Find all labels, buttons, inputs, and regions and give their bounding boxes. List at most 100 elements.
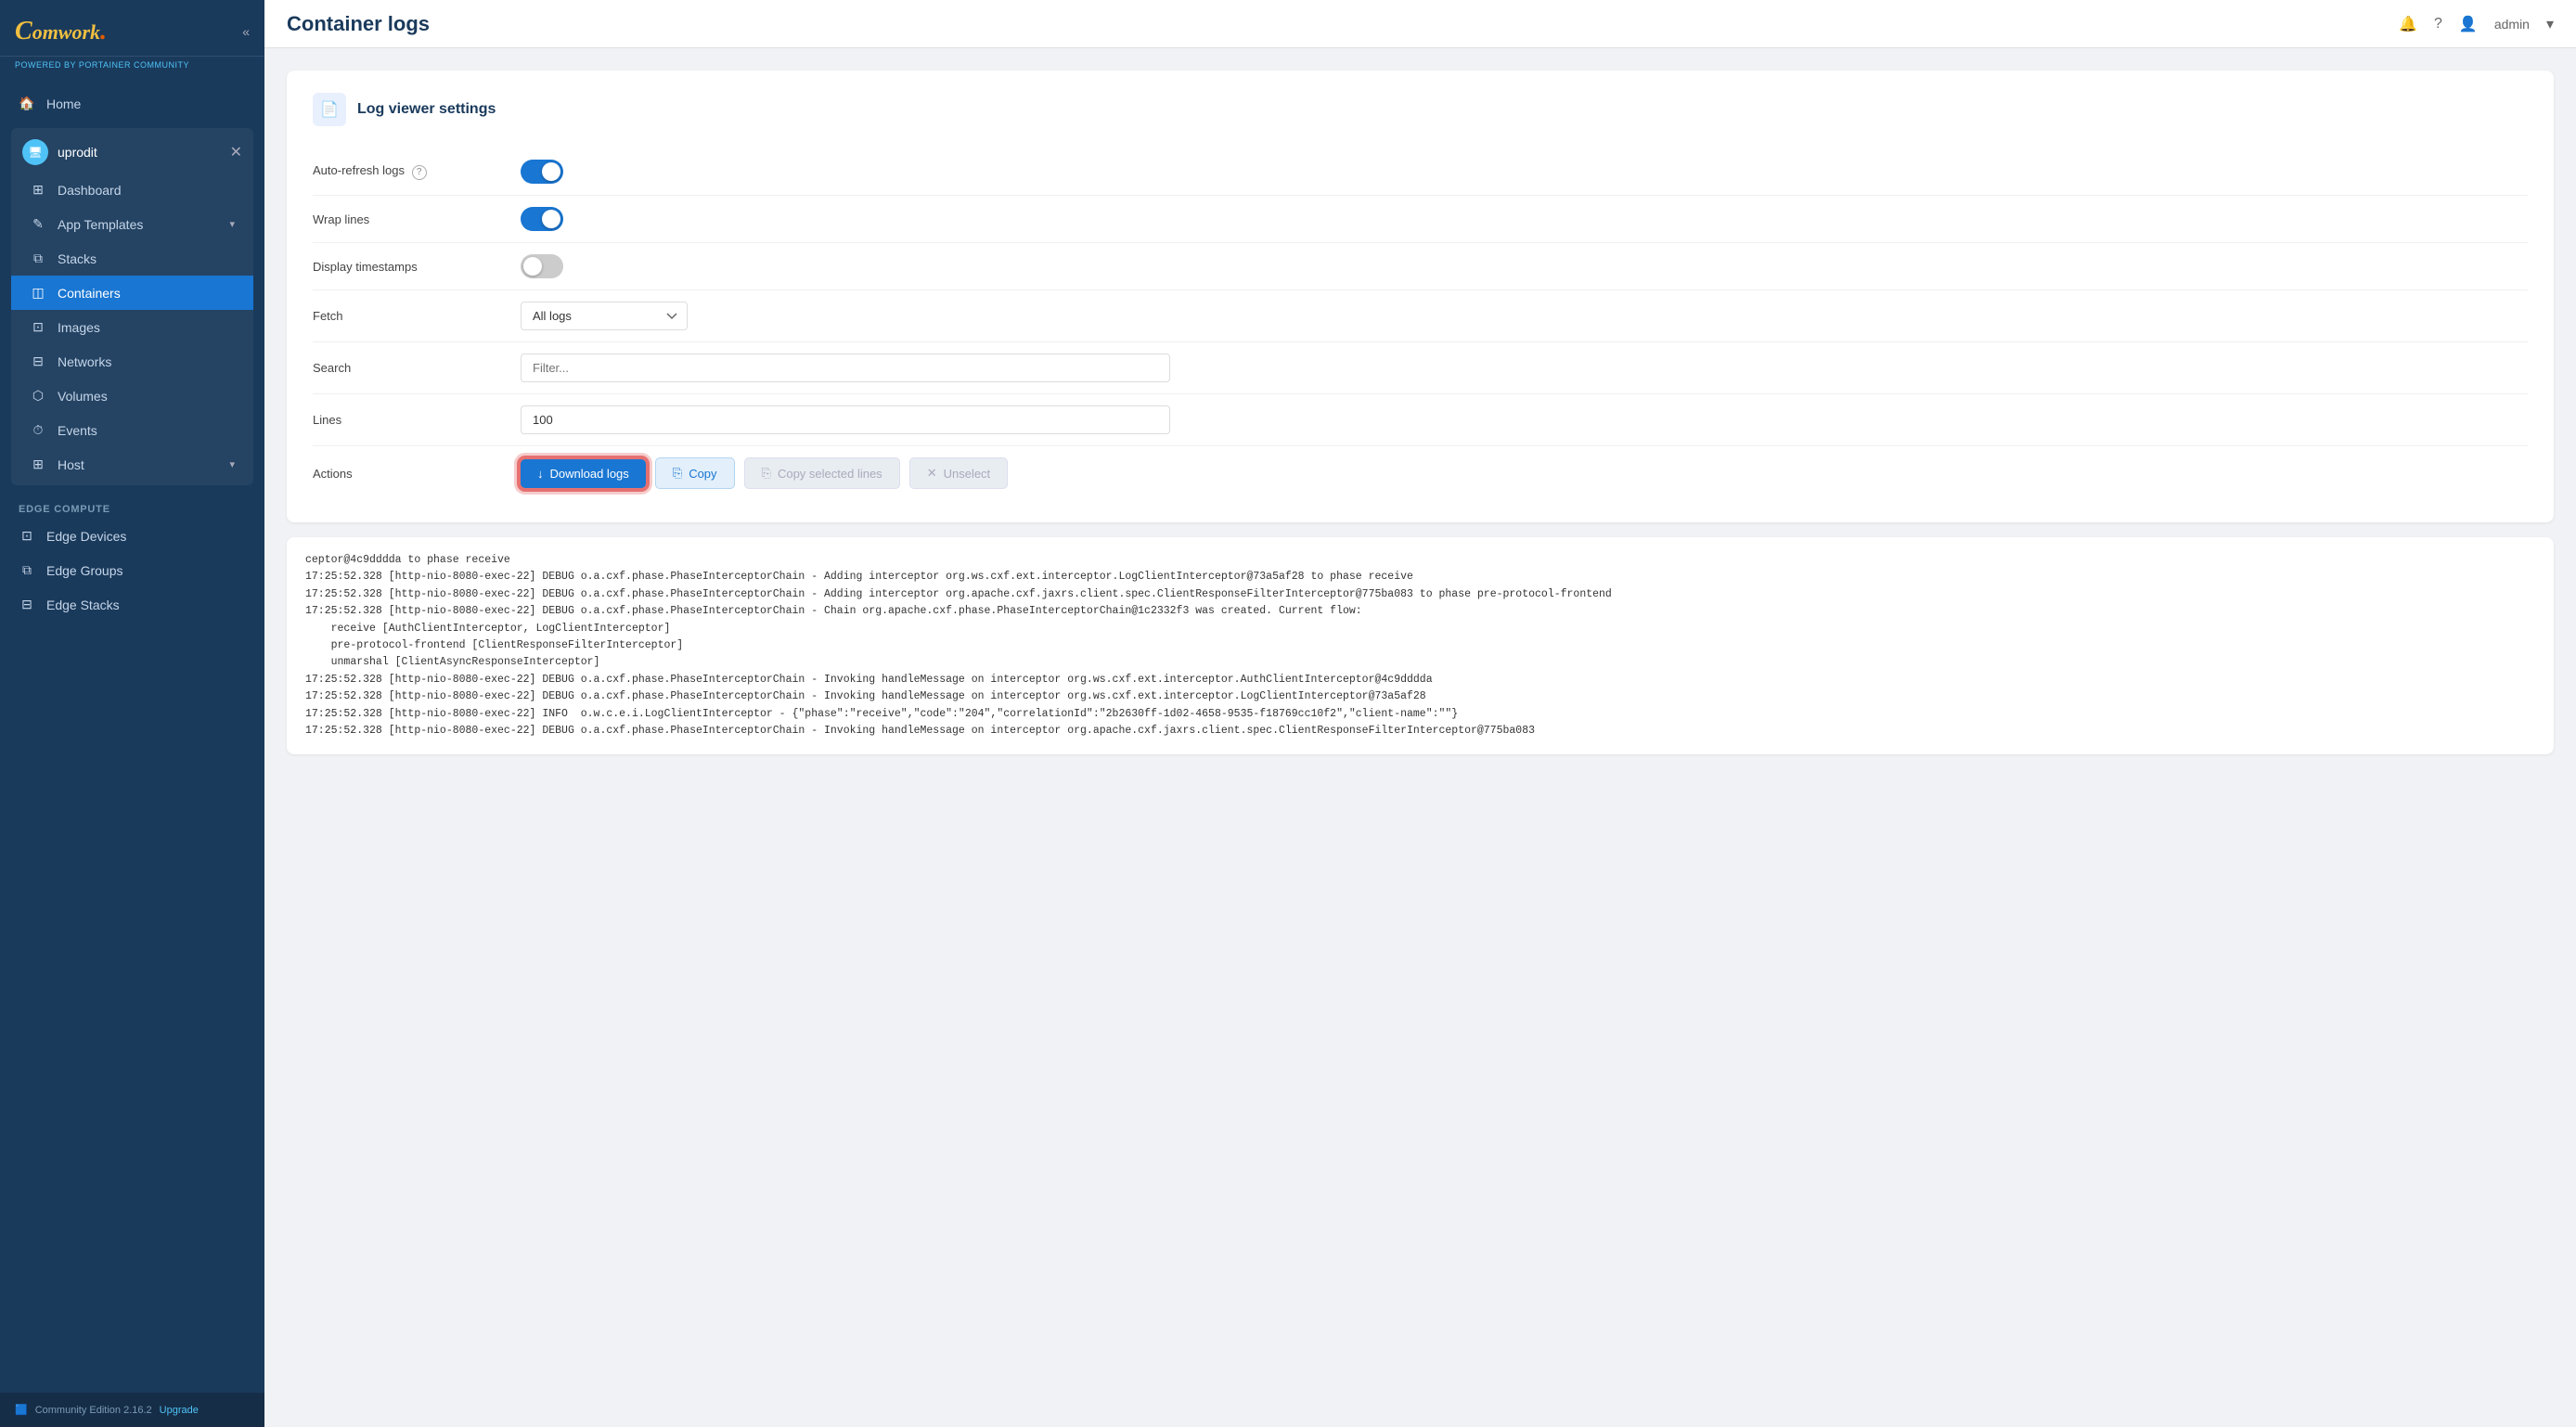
environment-icon: 🖥 — [22, 139, 48, 165]
logo-dot: . — [100, 17, 107, 45]
sidebar-footer: 🟦 Community Edition 2.16.2 Upgrade — [0, 1393, 264, 1427]
copy-button[interactable]: ⎘ Copy — [655, 457, 735, 489]
display-timestamps-toggle-track — [521, 254, 563, 278]
sidebar-item-label: Host — [58, 457, 218, 472]
edge-stacks-icon: ⊟ — [19, 597, 35, 612]
sidebar-item-containers[interactable]: ◫ Containers — [11, 276, 253, 310]
sidebar-item-label: Edge Stacks — [46, 598, 246, 612]
environment-header: 🖥 uprodit ✕ — [11, 132, 253, 173]
display-timestamps-row: Display timestamps — [313, 243, 2528, 290]
sidebar-item-label: Images — [58, 320, 235, 335]
sidebar-collapse-button[interactable]: « — [242, 24, 250, 39]
sidebar-item-label: Events — [58, 423, 235, 438]
download-logs-label: Download logs — [550, 467, 629, 481]
wrap-lines-toggle-thumb — [542, 210, 560, 228]
copy-selected-lines-button[interactable]: ⎘ Copy selected lines — [744, 457, 900, 489]
sidebar-item-images[interactable]: ⊡ Images — [11, 310, 253, 344]
display-timestamps-toggle-thumb — [523, 257, 542, 276]
sidebar-item-label: Edge Devices — [46, 529, 246, 544]
sidebar-item-label: Volumes — [58, 389, 235, 404]
log-viewer-settings-title: Log viewer settings — [357, 101, 496, 118]
edge-devices-icon: ⊡ — [19, 528, 35, 544]
sidebar-item-app-templates[interactable]: ✎ App Templates ▾ — [11, 207, 253, 241]
sidebar-item-edge-stacks[interactable]: ⊟ Edge Stacks — [0, 587, 264, 622]
sidebar-item-events[interactable]: ⏱ Events — [11, 413, 253, 447]
copy-selected-icon: ⎘ — [762, 466, 771, 481]
sidebar-item-label: Edge Groups — [46, 563, 246, 578]
copy-icon: ⎘ — [673, 466, 682, 481]
unselect-label: Unselect — [944, 467, 991, 481]
chevron-down-icon: ▾ — [229, 218, 235, 230]
edge-compute-section-label: Edge compute — [0, 493, 264, 519]
upgrade-link[interactable]: Upgrade — [160, 1405, 199, 1416]
portainer-logo-small: 🟦 — [15, 1404, 28, 1416]
search-label: Search — [313, 361, 498, 375]
sidebar-item-home[interactable]: 🏠 Home — [0, 86, 264, 121]
auto-refresh-info-icon[interactable]: ? — [412, 165, 427, 180]
username-label: admin — [2494, 17, 2530, 32]
actions-row: Actions ↓ Download logs ⎘ Copy ⎘ Copy se… — [313, 446, 2528, 500]
sidebar-item-label: App Templates — [58, 217, 218, 232]
copy-selected-lines-label: Copy selected lines — [778, 467, 882, 481]
wrap-lines-toggle-track — [521, 207, 563, 231]
user-avatar-icon[interactable]: 👤 — [2459, 15, 2478, 33]
fetch-row: Fetch All logs Last 100 lines Last 500 l… — [313, 290, 2528, 342]
wrap-lines-row: Wrap lines — [313, 196, 2528, 243]
actions-label: Actions — [313, 467, 498, 481]
stacks-icon: ⧉ — [30, 251, 46, 266]
download-logs-button[interactable]: ↓ Download logs — [521, 459, 646, 488]
sidebar-item-networks[interactable]: ⊟ Networks — [11, 344, 253, 379]
sidebar-item-label: Dashboard — [58, 183, 235, 198]
sidebar-item-volumes[interactable]: ⬡ Volumes — [11, 379, 253, 413]
auto-refresh-label: Auto-refresh logs ? — [313, 163, 498, 180]
sidebar-logo-section: Comwork. « — [0, 0, 264, 57]
lines-input[interactable] — [521, 405, 1170, 434]
environment-close-button[interactable]: ✕ — [230, 143, 242, 161]
sidebar-item-edge-groups[interactable]: ⧉ Edge Groups — [0, 553, 264, 587]
sidebar-item-label: Containers — [58, 286, 235, 301]
sidebar-item-label: Networks — [58, 354, 235, 369]
auto-refresh-toggle[interactable] — [521, 160, 563, 184]
help-icon[interactable]: ? — [2434, 16, 2442, 32]
wrap-lines-toggle[interactable] — [521, 207, 563, 231]
host-icon: ⊞ — [30, 456, 46, 472]
app-templates-icon: ✎ — [30, 216, 46, 232]
content-area: 📄 Log viewer settings Auto-refresh logs … — [264, 48, 2576, 1427]
search-input[interactable] — [521, 354, 1170, 382]
page-title: Container logs — [287, 12, 430, 36]
fetch-select[interactable]: All logs Last 100 lines Last 500 lines L… — [521, 302, 688, 330]
sidebar-nav: 🏠 Home 🖥 uprodit ✕ ⊞ Dashboard ✎ App Tem… — [0, 79, 264, 1393]
powered-by-label: POWERED BY PORTAINER COMMUNITY — [0, 57, 264, 79]
topbar: Container logs 🔔 ? 👤 admin ▾ — [264, 0, 2576, 48]
fetch-label: Fetch — [313, 309, 498, 323]
sidebar-item-host[interactable]: ⊞ Host ▾ — [11, 447, 253, 482]
user-menu-chevron-icon[interactable]: ▾ — [2546, 15, 2554, 33]
home-icon: 🏠 — [19, 96, 35, 111]
sidebar-item-dashboard[interactable]: ⊞ Dashboard — [11, 173, 253, 207]
lines-row: Lines — [313, 394, 2528, 446]
sidebar-item-label: Stacks — [58, 251, 235, 266]
environment-name: uprodit — [58, 145, 221, 160]
actions-buttons: ↓ Download logs ⎘ Copy ⎘ Copy selected l… — [521, 457, 1008, 489]
events-icon: ⏱ — [30, 422, 46, 438]
chevron-down-icon: ▾ — [229, 458, 235, 470]
auto-refresh-toggle-thumb — [542, 162, 560, 181]
nav-home-label: Home — [46, 96, 246, 111]
wrap-lines-label: Wrap lines — [313, 212, 498, 226]
notification-bell-icon[interactable]: 🔔 — [2399, 15, 2417, 33]
log-viewer-settings-card: 📄 Log viewer settings Auto-refresh logs … — [287, 71, 2554, 522]
main-content: Container logs 🔔 ? 👤 admin ▾ 📄 Log viewe… — [264, 0, 2576, 1427]
logo: Comwork. — [15, 17, 107, 46]
containers-icon: ◫ — [30, 285, 46, 301]
dashboard-icon: ⊞ — [30, 182, 46, 198]
sidebar-item-stacks[interactable]: ⧉ Stacks — [11, 241, 253, 276]
networks-icon: ⊟ — [30, 354, 46, 369]
edge-groups-icon: ⧉ — [19, 562, 35, 578]
display-timestamps-toggle[interactable] — [521, 254, 563, 278]
display-timestamps-label: Display timestamps — [313, 260, 498, 274]
sidebar-item-edge-devices[interactable]: ⊡ Edge Devices — [0, 519, 264, 553]
auto-refresh-row: Auto-refresh logs ? — [313, 148, 2528, 196]
logo-text: Comwork. — [15, 17, 107, 46]
unselect-button[interactable]: ✕ Unselect — [909, 457, 1008, 489]
unselect-icon: ✕ — [927, 466, 937, 481]
